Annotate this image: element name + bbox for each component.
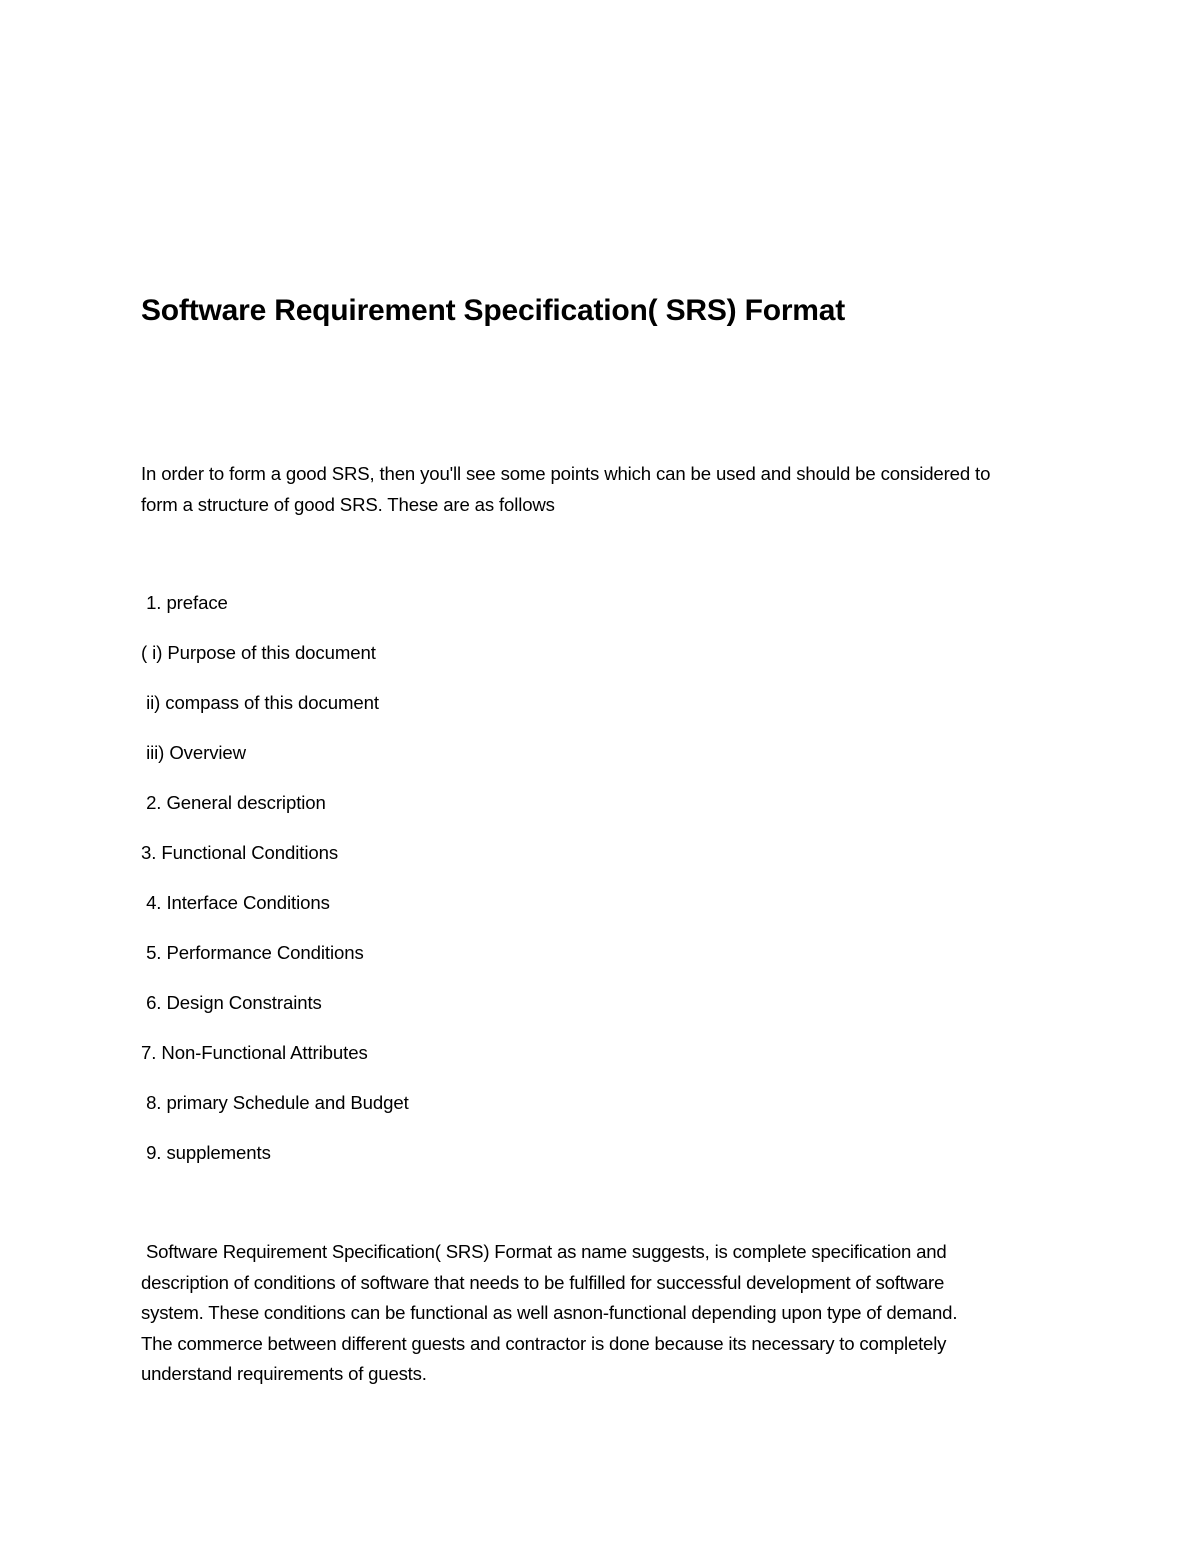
intro-line: form a structure of good SRS. These are … (141, 494, 555, 515)
closing-line: The commerce between different guests an… (141, 1332, 947, 1354)
outline-item: ii) compass of this document (141, 692, 379, 713)
outline-item: 5. Performance Conditions (141, 942, 364, 963)
closing-line: Software Requirement Specification( SRS)… (141, 1241, 947, 1262)
outline-item: 3. Functional Conditions (141, 842, 339, 863)
outline-item: ( i) Purpose of this document (141, 642, 376, 663)
outline-item: 8. primary Schedule and Budget (141, 1092, 409, 1113)
outline-item: 4. Interface Conditions (141, 892, 330, 913)
outline-item: 2. General description (141, 792, 326, 813)
outline-item: 1. preface (141, 592, 228, 613)
intro-paragraph: In order to form a good SRS, then you'll… (141, 458, 1071, 520)
closing-line: understand requirements of guests. (141, 1363, 427, 1384)
outline-item: iii) Overview (141, 742, 247, 763)
outline-item: 6. Design Constraints (141, 992, 322, 1013)
outline-item: 7. Non-Functional Attributes (141, 1042, 368, 1063)
intro-line: In order to form a good SRS, then you'll… (141, 463, 991, 484)
document-page: Software Requirement Specification( SRS)… (0, 0, 1200, 1553)
closing-paragraph: Software Requirement Specification( SRS)… (141, 1237, 1071, 1390)
outline-item: 9. supplements (141, 1142, 271, 1163)
closing-line: description of conditions of software th… (141, 1271, 945, 1293)
closing-line: system. These conditions can be function… (141, 1302, 958, 1323)
document-title: Software Requirement Specification( SRS)… (141, 294, 846, 327)
